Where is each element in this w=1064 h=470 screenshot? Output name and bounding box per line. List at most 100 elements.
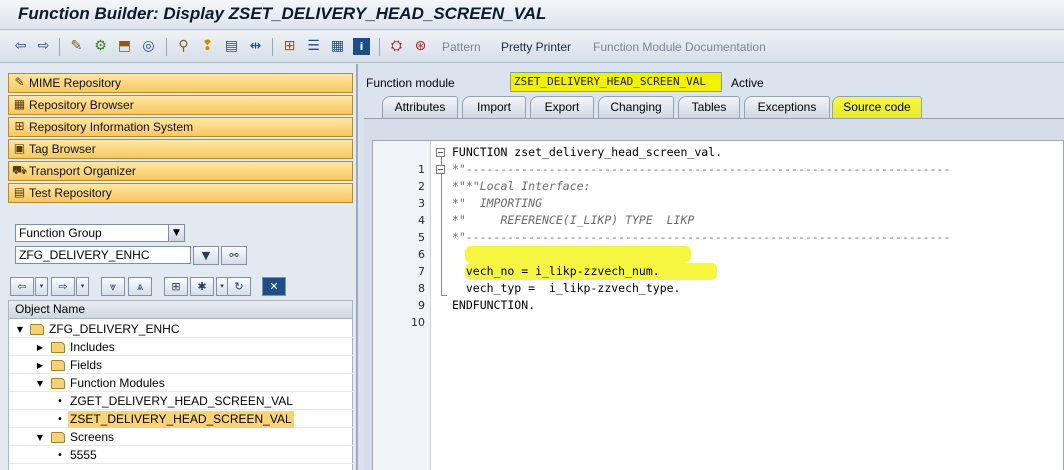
repository-info-system-button[interactable]: ⊞ Repository Information System (8, 117, 353, 137)
display-object-list-icon[interactable]: ▤ (223, 38, 240, 55)
source-code-tab-content: 1 − FUNCTION zset_delivery_head_screen_v… (364, 118, 1064, 470)
new-object-button[interactable]: ✱ (190, 277, 214, 296)
bullet-icon: • (57, 450, 63, 461)
collapse-icon: ⩓ (136, 280, 144, 293)
check-icon[interactable]: ⬒ (116, 38, 133, 55)
collapse-triangle-icon[interactable]: ▼ (35, 375, 45, 392)
fold-toggle-icon[interactable]: − (436, 148, 445, 157)
code-editor[interactable]: 1 − FUNCTION zset_delivery_head_screen_v… (372, 140, 1064, 470)
test-repository-icon: ▤ (13, 185, 26, 199)
forward-icon[interactable]: ⇨ (35, 38, 52, 55)
code-text: *"--------------------------------------… (452, 162, 951, 176)
code-line: 3 *"*"Local Interface: (373, 178, 1063, 210)
close-button[interactable]: ✕ (262, 277, 286, 296)
tree-node-function-modules[interactable]: ▼ Function Modules (9, 375, 353, 392)
info-icon[interactable]: i (353, 38, 370, 55)
function-module-field[interactable]: ZSET_DELIVERY_HEAD_SCREEN_VAL (510, 72, 722, 92)
tab-attributes[interactable]: Attributes (382, 96, 458, 118)
fold-toggle-icon[interactable]: − (436, 165, 445, 174)
object-type-value: Function Group (19, 226, 102, 240)
close-icon: ✕ (269, 280, 279, 293)
display-glasses-button[interactable]: ⚯ (221, 246, 247, 265)
toggle-display-change-icon[interactable]: ✎ (68, 38, 85, 55)
tree-node-label: Screens (70, 430, 115, 444)
repository-browser-button[interactable]: ▦ Repository Browser (8, 95, 353, 115)
function-icon[interactable]: ⊛ (412, 38, 429, 55)
function-module-label: Function module (366, 76, 455, 90)
tree-node-zget-function[interactable]: • ZGET_DELIVERY_HEAD_SCREEN_VAL (9, 393, 353, 410)
tab-tables[interactable]: Tables (678, 96, 740, 118)
code-text: *" REFERENCE(I_LIKP) TYPE LIKP (452, 213, 695, 227)
code-line: 8 vech_no = i_likp-zzvech_num. (373, 263, 1063, 295)
transport-organizer-label: Transport Organizer (29, 164, 136, 178)
mime-repository-button[interactable]: ✎ MIME Repository (8, 73, 353, 93)
tab-exceptions[interactable]: Exceptions (744, 96, 830, 118)
tree-node-label: Includes (70, 340, 115, 354)
next-object-dropdown[interactable]: ▾ (76, 277, 89, 296)
object-type-select[interactable]: Function Group ▼ (15, 224, 185, 242)
expand-icon: ⩔ (109, 280, 117, 293)
code-line: 9 vech_typ = i_likp-zzvech_type. (373, 280, 1063, 312)
chevron-down-icon[interactable]: ▼ (168, 225, 184, 241)
collapse-triangle-icon[interactable]: ▼ (15, 321, 25, 338)
back-icon[interactable]: ⇦ (12, 38, 29, 55)
code-text: *"--------------------------------------… (452, 230, 951, 244)
tree-column-header: Object Name (8, 300, 353, 319)
toolbar-separator (379, 38, 380, 56)
hierarchy-button[interactable]: ⊞ (164, 277, 188, 296)
expand-triangle-icon[interactable]: ▶ (35, 357, 45, 374)
where-used-icon[interactable]: ⚲ (175, 38, 192, 55)
collapse-all-button[interactable]: ⩓ (128, 277, 152, 296)
tree-node-zset-function[interactable]: • ZSET_DELIVERY_HEAD_SCREEN_VAL (9, 411, 353, 428)
tree-node-function-group[interactable]: ▼ ZFG_DELIVERY_ENHC (9, 321, 353, 338)
object-name-input[interactable]: ZFG_DELIVERY_ENHC (15, 246, 191, 264)
tag-browser-button[interactable]: ▣ Tag Browser (8, 139, 353, 159)
refresh-button[interactable]: ↻ (227, 277, 251, 296)
fm-documentation-button[interactable]: Function Module Documentation (593, 40, 766, 54)
arrow-left-icon: ⇦ (17, 280, 27, 293)
stack-icon[interactable]: ☰ (305, 38, 322, 55)
tab-source-code[interactable]: Source code (832, 96, 922, 118)
tab-changing[interactable]: Changing (598, 96, 674, 118)
test-repository-button[interactable]: ▤ Test Repository (8, 183, 353, 203)
list-icon[interactable]: ▦ (329, 38, 346, 55)
refresh-icon: ↻ (234, 280, 244, 293)
tree-node-screen-5555[interactable]: • 5555 (9, 447, 353, 464)
tree-node-label: ZSET_DELIVERY_HEAD_SCREEN_VAL (68, 411, 294, 428)
tree-node-label: ZFG_DELIVERY_ENHC (49, 322, 180, 336)
activate-icon[interactable]: ⚙ (92, 38, 109, 55)
application-toolbar: ⇦ ⇨ ✎ ⚙ ⬒ ◎ ⚲ ❢ ▤ ⇹ ⊞ ☰ ▦ i ⛭ ⊛ Pattern … (0, 31, 1064, 63)
asterisk-icon: ✱ (197, 280, 207, 293)
tree-node-screens[interactable]: ▼ Screens (9, 429, 353, 446)
expand-triangle-icon[interactable]: ▶ (35, 339, 45, 356)
hierarchy-icon: ⊞ (171, 280, 181, 293)
previous-object-button[interactable]: ⇦ (10, 277, 34, 296)
glasses-icon: ⚯ (229, 249, 239, 262)
transport-organizer-button[interactable]: ⛟ Transport Organizer (8, 161, 353, 181)
toolbar-separator (272, 38, 273, 56)
tree-node-includes[interactable]: ▶ Includes (9, 339, 353, 356)
tab-import[interactable]: Import (462, 96, 526, 118)
code-text: vech_typ = i_likp-zzvech_type. (452, 281, 681, 295)
previous-object-dropdown[interactable]: ▾ (35, 277, 48, 296)
pretty-printer-button[interactable]: Pretty Printer (501, 40, 571, 54)
pattern-button[interactable]: Pattern (442, 40, 481, 54)
code-line: 10 ENDFUNCTION. (373, 297, 1063, 329)
expand-all-button[interactable]: ⩔ (101, 277, 125, 296)
lamp-icon[interactable]: ❢ (199, 38, 216, 55)
line-number: 10 (411, 316, 425, 329)
tab-export[interactable]: Export (530, 96, 594, 118)
code-line: 6 *"------------------------------------… (373, 229, 1063, 261)
hierarchy-icon[interactable]: ⊞ (281, 38, 298, 55)
object-list-icon[interactable]: ◎ (140, 38, 157, 55)
test-icon[interactable]: ⛭ (388, 38, 405, 55)
code-line: 1 − FUNCTION zset_delivery_head_screen_v… (373, 144, 1063, 176)
folder-icon (51, 342, 65, 353)
code-text: *"*"Local Interface: (452, 179, 591, 193)
tree-node-fields[interactable]: ▶ Fields (9, 357, 353, 374)
collapse-triangle-icon[interactable]: ▼ (35, 429, 45, 446)
navigation-icon[interactable]: ⇹ (247, 38, 264, 55)
object-name-dropdown-button[interactable]: ▼ (193, 246, 219, 265)
bullet-icon: • (57, 414, 63, 425)
next-object-button[interactable]: ⇨ (51, 277, 75, 296)
